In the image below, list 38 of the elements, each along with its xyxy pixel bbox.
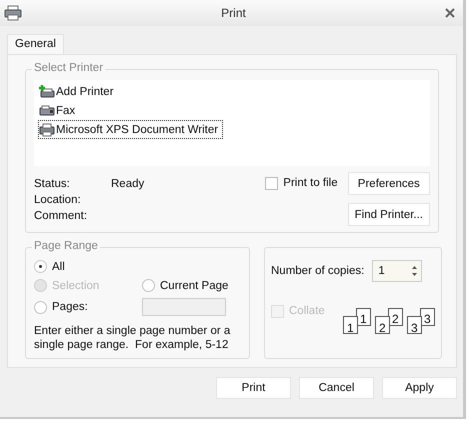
printer-icon [39,122,55,136]
status-label: Comment: [34,210,88,222]
radio-button[interactable] [34,300,47,314]
dialog-button[interactable]: Preferences [348,172,430,195]
checkbox-label: Collate [289,305,325,317]
dialog-button[interactable]: Find Printer... [348,203,430,226]
printer-icon [4,5,22,21]
radio-button[interactable] [34,260,47,273]
dialog-button[interactable]: Print [216,377,291,399]
dialog-button[interactable]: Apply [382,377,457,399]
printer-item[interactable]: Fax [38,101,80,120]
copies-spinner[interactable]: 1 [372,260,422,282]
group-title: Select Printer [32,62,106,74]
close-icon[interactable] [445,8,455,18]
add-printer-icon [39,84,55,98]
group-title: Page Range [32,240,100,252]
page-sheet: 1 [342,316,358,334]
dialog-button[interactable]: Cancel [299,377,374,399]
fax-icon [39,104,55,118]
tab[interactable]: General [7,34,64,54]
radio-label: Current Page [160,280,228,292]
printer-list[interactable]: Add Printer Fax Microsoft XPS Document Writer [34,80,430,166]
radio-label: Selection [52,280,100,292]
page-sheet: 3 [406,316,422,334]
checkbox-label: Print to file [283,177,338,189]
printer-item[interactable]: Microsoft XPS Document Writer [38,120,224,139]
checkbox[interactable] [265,176,278,190]
radio-label: Pages: [52,301,88,313]
printer-item[interactable]: Add Printer [38,82,119,101]
radio-label: All [52,260,65,272]
status-value: Ready [111,178,144,190]
window-title: Print [220,6,247,20]
copies-label: Number of copies: [271,265,364,277]
page-sheet: 2 [374,316,390,334]
status-label: Status: [34,178,71,190]
radio-button[interactable] [142,279,155,292]
status-label: Location: [34,194,82,206]
hint-text: Enter either a single page number or a single page range. For example, 5-12 [34,324,232,352]
